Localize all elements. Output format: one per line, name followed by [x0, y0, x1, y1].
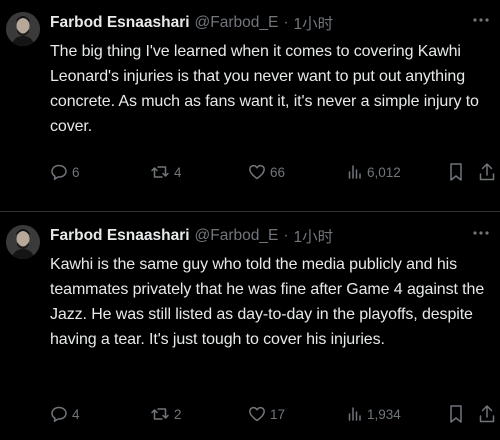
avatar[interactable] — [6, 12, 40, 46]
retweet-count: 4 — [174, 164, 182, 180]
share-icon — [479, 405, 495, 423]
separator: · — [283, 14, 289, 31]
author-handle[interactable]: @Farbod_E — [195, 227, 279, 245]
more-icon[interactable] — [472, 224, 490, 242]
retweet-button[interactable]: 4 — [150, 163, 182, 181]
reply-button[interactable]: 4 — [50, 405, 80, 423]
timestamp[interactable]: 1小时 — [294, 225, 334, 247]
tweet-text: Kawhi is the same guy who told the media… — [50, 256, 485, 348]
tweet-header: Farbod Esnaashari @Farbod_E · 1小时 — [50, 13, 470, 33]
tweet-header: Farbod Esnaashari @Farbod_E · 1小时 — [50, 226, 470, 246]
reply-count: 6 — [72, 164, 80, 180]
reply-icon — [51, 164, 67, 181]
bookmark-button[interactable] — [448, 162, 464, 182]
like-count: 66 — [270, 164, 286, 180]
reply-icon — [51, 406, 67, 423]
retweet-icon — [151, 408, 169, 420]
share-button[interactable] — [478, 404, 496, 424]
separator: · — [283, 227, 289, 244]
views-count: 6,012 — [367, 164, 401, 180]
views-button[interactable]: 1,934 — [347, 405, 401, 423]
share-icon — [479, 163, 495, 181]
tweet-text: The big thing I've learned when it comes… — [50, 43, 479, 135]
author-handle[interactable]: @Farbod_E — [195, 14, 279, 32]
tweet-actions: 6 4 66 6,012 — [50, 161, 495, 183]
tweet[interactable]: Farbod Esnaashari @Farbod_E · 1小时 The bi… — [0, 0, 500, 211]
like-button[interactable]: 17 — [248, 405, 285, 423]
bookmark-icon — [450, 163, 462, 181]
bookmark-button[interactable] — [448, 404, 464, 424]
views-icon — [348, 407, 361, 421]
tweet[interactable]: Farbod Esnaashari @Farbod_E · 1小时 Kawhi … — [0, 213, 500, 440]
views-button[interactable]: 6,012 — [347, 163, 401, 181]
author-name[interactable]: Farbod Esnaashari — [50, 14, 190, 32]
timestamp[interactable]: 1小时 — [294, 12, 334, 34]
tweet-actions: 4 2 17 1,934 — [50, 403, 495, 425]
retweet-button[interactable]: 2 — [150, 405, 182, 423]
views-count: 1,934 — [367, 406, 401, 422]
retweet-icon — [151, 166, 169, 178]
retweet-count: 2 — [174, 406, 182, 422]
bookmark-icon — [450, 405, 462, 423]
like-button[interactable]: 66 — [248, 163, 285, 181]
more-icon[interactable] — [472, 11, 490, 29]
views-icon — [348, 165, 361, 179]
share-button[interactable] — [478, 162, 496, 182]
tweet-divider — [0, 211, 500, 212]
reply-count: 4 — [72, 406, 80, 422]
reply-button[interactable]: 6 — [50, 163, 80, 181]
avatar[interactable] — [6, 225, 40, 259]
like-icon — [249, 406, 265, 422]
like-count: 17 — [270, 406, 286, 422]
like-icon — [249, 164, 265, 180]
author-name[interactable]: Farbod Esnaashari — [50, 227, 190, 245]
